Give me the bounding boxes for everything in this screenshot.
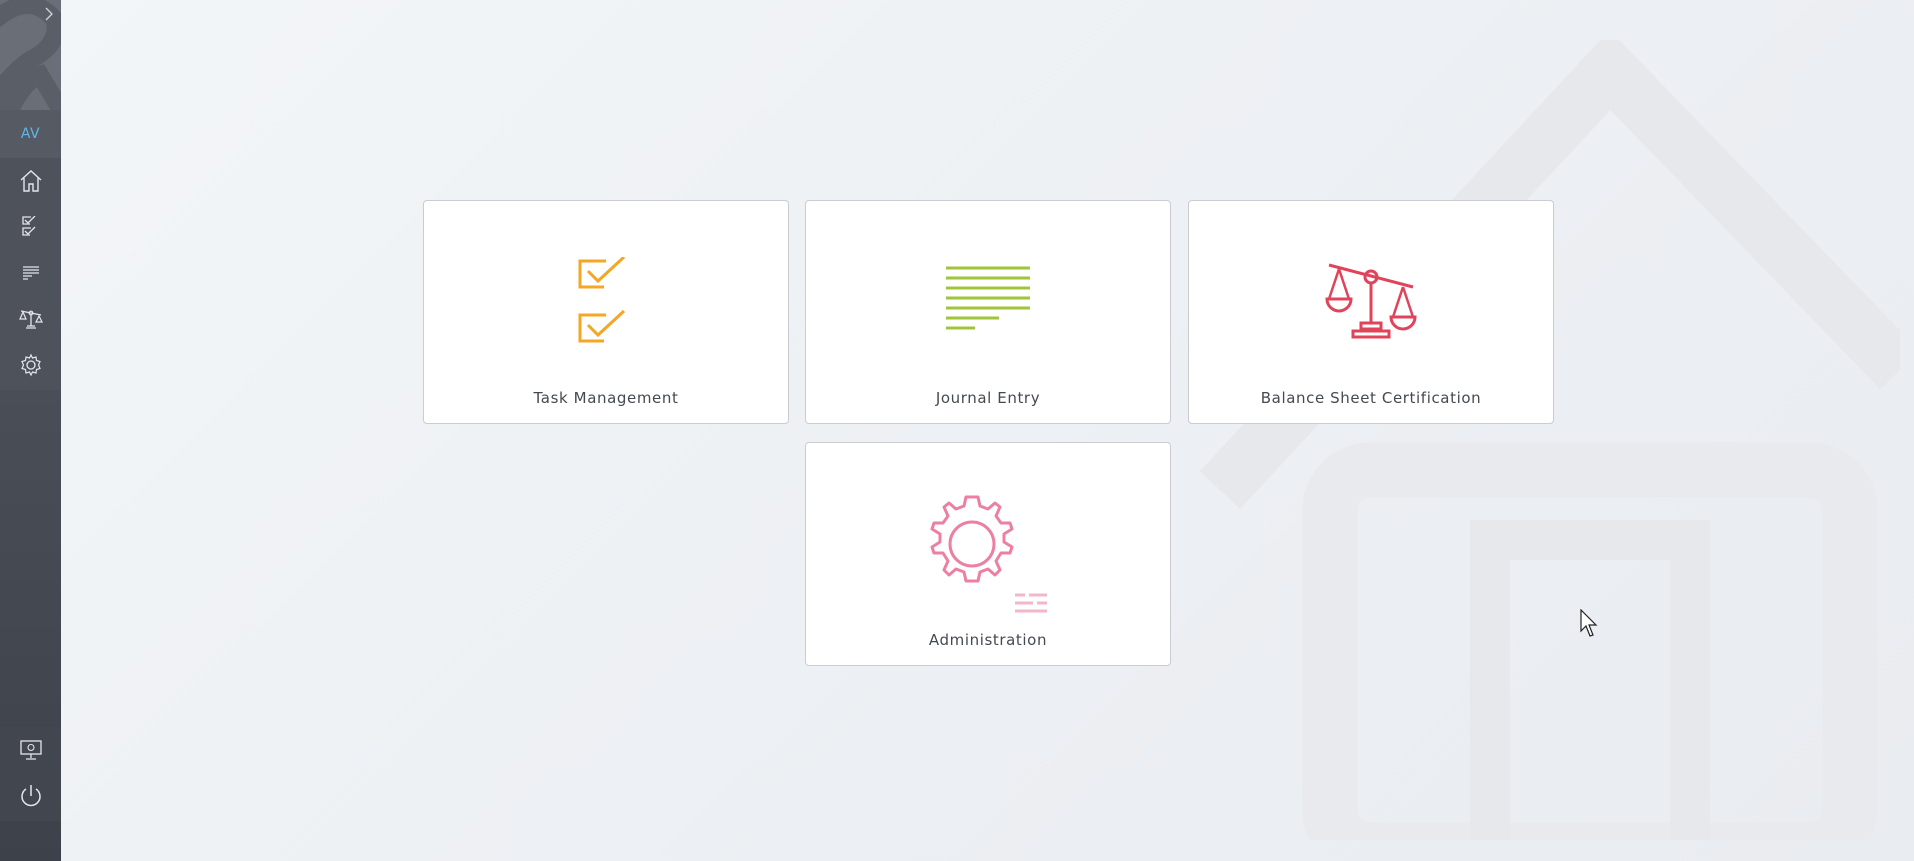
sidebar-item-home[interactable] bbox=[0, 158, 61, 204]
sidebar-item-admin[interactable] bbox=[0, 342, 61, 388]
chevron-right-icon bbox=[45, 7, 53, 21]
module-card-task-management[interactable]: Task Management bbox=[423, 200, 789, 424]
lines-icon bbox=[22, 266, 39, 280]
mouse-cursor-icon bbox=[1580, 609, 1598, 637]
scale-icon bbox=[18, 310, 43, 329]
module-label: Journal Entry bbox=[935, 389, 1041, 407]
sidebar-bottom bbox=[0, 727, 61, 821]
logo bbox=[0, 0, 61, 110]
sidebar-nav bbox=[0, 158, 61, 390]
module-card-administration[interactable]: Administration bbox=[805, 442, 1171, 666]
sidebar-item-tasks[interactable] bbox=[0, 204, 61, 250]
power-icon bbox=[20, 785, 41, 807]
module-label: Balance Sheet Certification bbox=[1260, 389, 1482, 407]
checklist-icon bbox=[578, 257, 626, 343]
lines-icon bbox=[946, 266, 1030, 330]
sidebar-item-balance[interactable] bbox=[0, 296, 61, 342]
expand-sidebar-button[interactable] bbox=[43, 4, 55, 24]
checklist-icon bbox=[21, 216, 35, 236]
sidebar-item-display-settings[interactable] bbox=[0, 727, 61, 773]
gear-icon bbox=[20, 353, 41, 377]
sidebar-item-journal[interactable] bbox=[0, 250, 61, 296]
gear-icon bbox=[930, 495, 1047, 613]
module-card-journal-entry[interactable]: Journal Entry bbox=[805, 200, 1171, 424]
module-card-balance-sheet-certification[interactable]: Balance Sheet Certification bbox=[1188, 200, 1554, 424]
scale-icon bbox=[1325, 263, 1417, 339]
sidebar: AV bbox=[0, 0, 61, 861]
home-icon bbox=[20, 170, 41, 192]
user-avatar[interactable]: AV bbox=[0, 110, 61, 158]
user-initials: AV bbox=[20, 126, 41, 142]
monitor-gear-icon bbox=[19, 740, 42, 760]
sidebar-item-logout[interactable] bbox=[0, 773, 61, 819]
module-label: Administration bbox=[928, 631, 1048, 649]
house-watermark-icon bbox=[1200, 40, 1900, 840]
module-label: Task Management bbox=[533, 389, 679, 407]
